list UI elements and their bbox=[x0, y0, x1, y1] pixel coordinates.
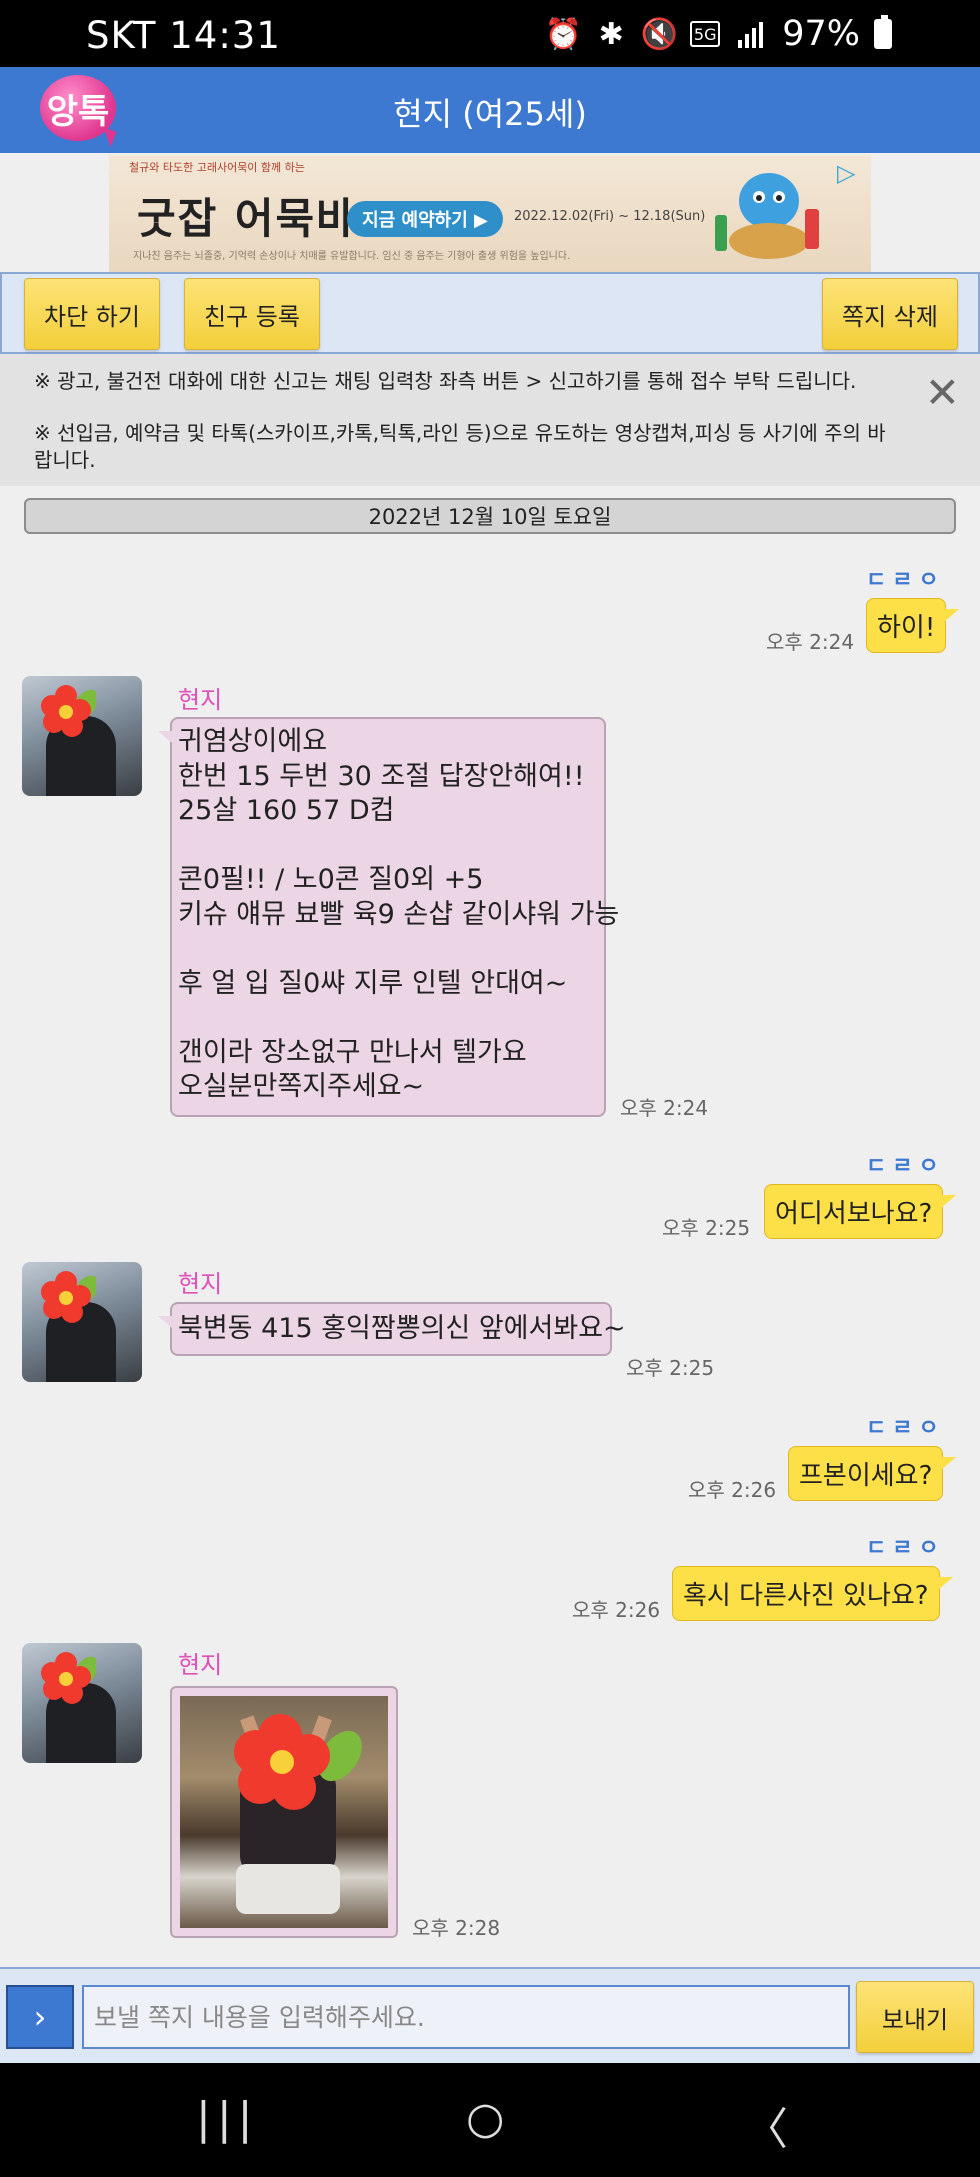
message-line: 키슈 얘뮤 뵤빨 육9 손샵 같이샤워 가능 bbox=[178, 898, 620, 930]
close-icon[interactable]: ✕ bbox=[925, 372, 960, 414]
outgoing-message[interactable]: 하이! bbox=[866, 598, 960, 653]
message-line: 귀염상이에요 bbox=[178, 726, 328, 757]
notice-scam-warning-cont: 랍니다. bbox=[34, 448, 96, 472]
message-line bbox=[178, 1001, 598, 1036]
5g-icon: 5G bbox=[690, 21, 721, 47]
message-line: 오실분만쪽지주세요~ bbox=[178, 1071, 425, 1102]
message-time: 오후 2:25 bbox=[662, 1216, 751, 1240]
message-line: 후 얼 입 질0쌰 지루 인텔 안대여~ bbox=[178, 967, 568, 999]
avatar[interactable] bbox=[22, 1643, 142, 1763]
message-line: 한번 15 두번 30 조절 답장안해여!! bbox=[178, 760, 585, 792]
app-header: 앙톡 현지 (여25세) bbox=[0, 67, 980, 153]
message-time: 오후 2:28 bbox=[412, 1916, 501, 1940]
message-line bbox=[178, 829, 598, 864]
recents-icon[interactable]: ||| bbox=[196, 2093, 258, 2144]
ad-mascot-image bbox=[715, 173, 819, 259]
avatar[interactable] bbox=[22, 676, 142, 796]
date-divider: 2022년 12월 10일 토요일 bbox=[24, 498, 956, 534]
message-line: 갠이라 장소없구 만나서 텔가요 bbox=[178, 1036, 527, 1068]
sender-name: 현지 bbox=[178, 1651, 223, 1679]
home-icon[interactable]: ○ bbox=[466, 2093, 504, 2144]
message-line: 콘0필!! / 노0콘 질0외 +5 bbox=[178, 864, 484, 895]
ad-choices-icon[interactable]: ▷ bbox=[837, 159, 865, 187]
back-icon[interactable]: 〈 bbox=[744, 2093, 788, 2157]
ad-cta-button[interactable]: 지금 예약하기 ▶ bbox=[347, 201, 503, 237]
incoming-message[interactable]: 북변동 415 홍익짬뽕의신 앞에서봐요~ bbox=[158, 1302, 626, 1356]
read-indicator: ㄷㄹㅇ bbox=[866, 568, 945, 593]
battery-icon bbox=[874, 15, 892, 49]
message-input-bar: › 보내기 bbox=[0, 1967, 980, 2063]
read-indicator: ㄷㄹㅇ bbox=[866, 1536, 945, 1561]
read-indicator: ㄷㄹㅇ bbox=[866, 1416, 945, 1441]
send-button[interactable]: 보내기 bbox=[856, 1981, 974, 2053]
message-line bbox=[178, 932, 598, 967]
ad-title: 굿잡 어묵바 bbox=[137, 194, 357, 243]
message-time: 오후 2:24 bbox=[620, 1096, 709, 1120]
status-bar: SKT 14:31 ⏰ ✱ 🔇 5G 97% bbox=[0, 0, 980, 67]
notice-scam-warning: ※ 선입금, 예약금 및 타톡(스카이프,카톡,틱톡,라인 등)으로 유도하는 … bbox=[34, 421, 886, 445]
flower-sticker-icon bbox=[41, 1271, 96, 1323]
message-time: 오후 2:26 bbox=[572, 1598, 661, 1622]
outgoing-message[interactable]: 어디서보나요? bbox=[764, 1184, 957, 1239]
page-title: 현지 (여25세) bbox=[393, 95, 587, 133]
ad-top-text: 철규와 타도한 고래사어묵이 함께 하는 bbox=[129, 161, 305, 174]
message-line: 25살 160 57 D컵 bbox=[178, 795, 395, 826]
message-time: 오후 2:25 bbox=[626, 1356, 715, 1380]
incoming-message[interactable]: 귀염상이에요 한번 15 두번 30 조절 답장안해여!! 25살 160 57… bbox=[158, 717, 620, 1117]
flower-sticker-icon bbox=[41, 1652, 96, 1704]
photo-message[interactable] bbox=[170, 1686, 398, 1938]
delete-message-button[interactable]: 쪽지 삭제 bbox=[822, 278, 958, 350]
battery-text: 97% bbox=[782, 14, 860, 54]
carrier-time: SKT 14:31 bbox=[86, 14, 281, 57]
message-input[interactable] bbox=[82, 1985, 850, 2049]
bluetooth-icon: ✱ bbox=[598, 16, 624, 52]
flower-sticker-icon bbox=[41, 685, 96, 737]
photo-image[interactable] bbox=[180, 1696, 388, 1928]
message-time: 오후 2:26 bbox=[688, 1478, 777, 1502]
outgoing-message[interactable]: 혹시 다른사진 있나요? bbox=[672, 1566, 953, 1621]
menu-expand-button[interactable]: › bbox=[6, 1985, 74, 2049]
sender-name: 현지 bbox=[178, 686, 223, 714]
ad-banner[interactable]: 철규와 타도한 고래사어묵이 함께 하는 굿잡 어묵바 지금 예약하기 ▶ 20… bbox=[109, 155, 871, 272]
add-friend-button[interactable]: 친구 등록 bbox=[184, 278, 320, 350]
ad-disclaimer: 지나친 음주는 뇌졸중, 기억력 손상이나 치매를 유발합니다. 임신 중 음주… bbox=[133, 251, 571, 262]
read-indicator: ㄷㄹㅇ bbox=[866, 1154, 945, 1179]
alarm-icon: ⏰ bbox=[544, 16, 582, 52]
action-bar: 차단 하기 친구 등록 쪽지 삭제 bbox=[0, 272, 980, 354]
status-icons: ⏰ ✱ 🔇 5G 97% bbox=[544, 14, 892, 54]
outgoing-message[interactable]: 프본이세요? bbox=[788, 1446, 957, 1501]
block-button[interactable]: 차단 하기 bbox=[24, 278, 160, 350]
signal-icon bbox=[734, 20, 768, 48]
photo-content bbox=[234, 1714, 362, 1914]
mute-icon: 🔇 bbox=[640, 16, 678, 52]
notice-box: ※ 광고, 불건전 대화에 대한 신고는 채팅 입력창 좌측 버튼 > 신고하기… bbox=[0, 354, 980, 486]
message-time: 오후 2:24 bbox=[766, 630, 855, 654]
notice-report: ※ 광고, 불건전 대화에 대한 신고는 채팅 입력창 좌측 버튼 > 신고하기… bbox=[34, 369, 857, 393]
system-nav-bar: ||| ○ 〈 bbox=[0, 2063, 980, 2177]
sender-name: 현지 bbox=[178, 1270, 223, 1298]
avatar[interactable] bbox=[22, 1262, 142, 1382]
ad-date: 2022.12.02(Fri) ~ 12.18(Sun) bbox=[514, 209, 706, 224]
